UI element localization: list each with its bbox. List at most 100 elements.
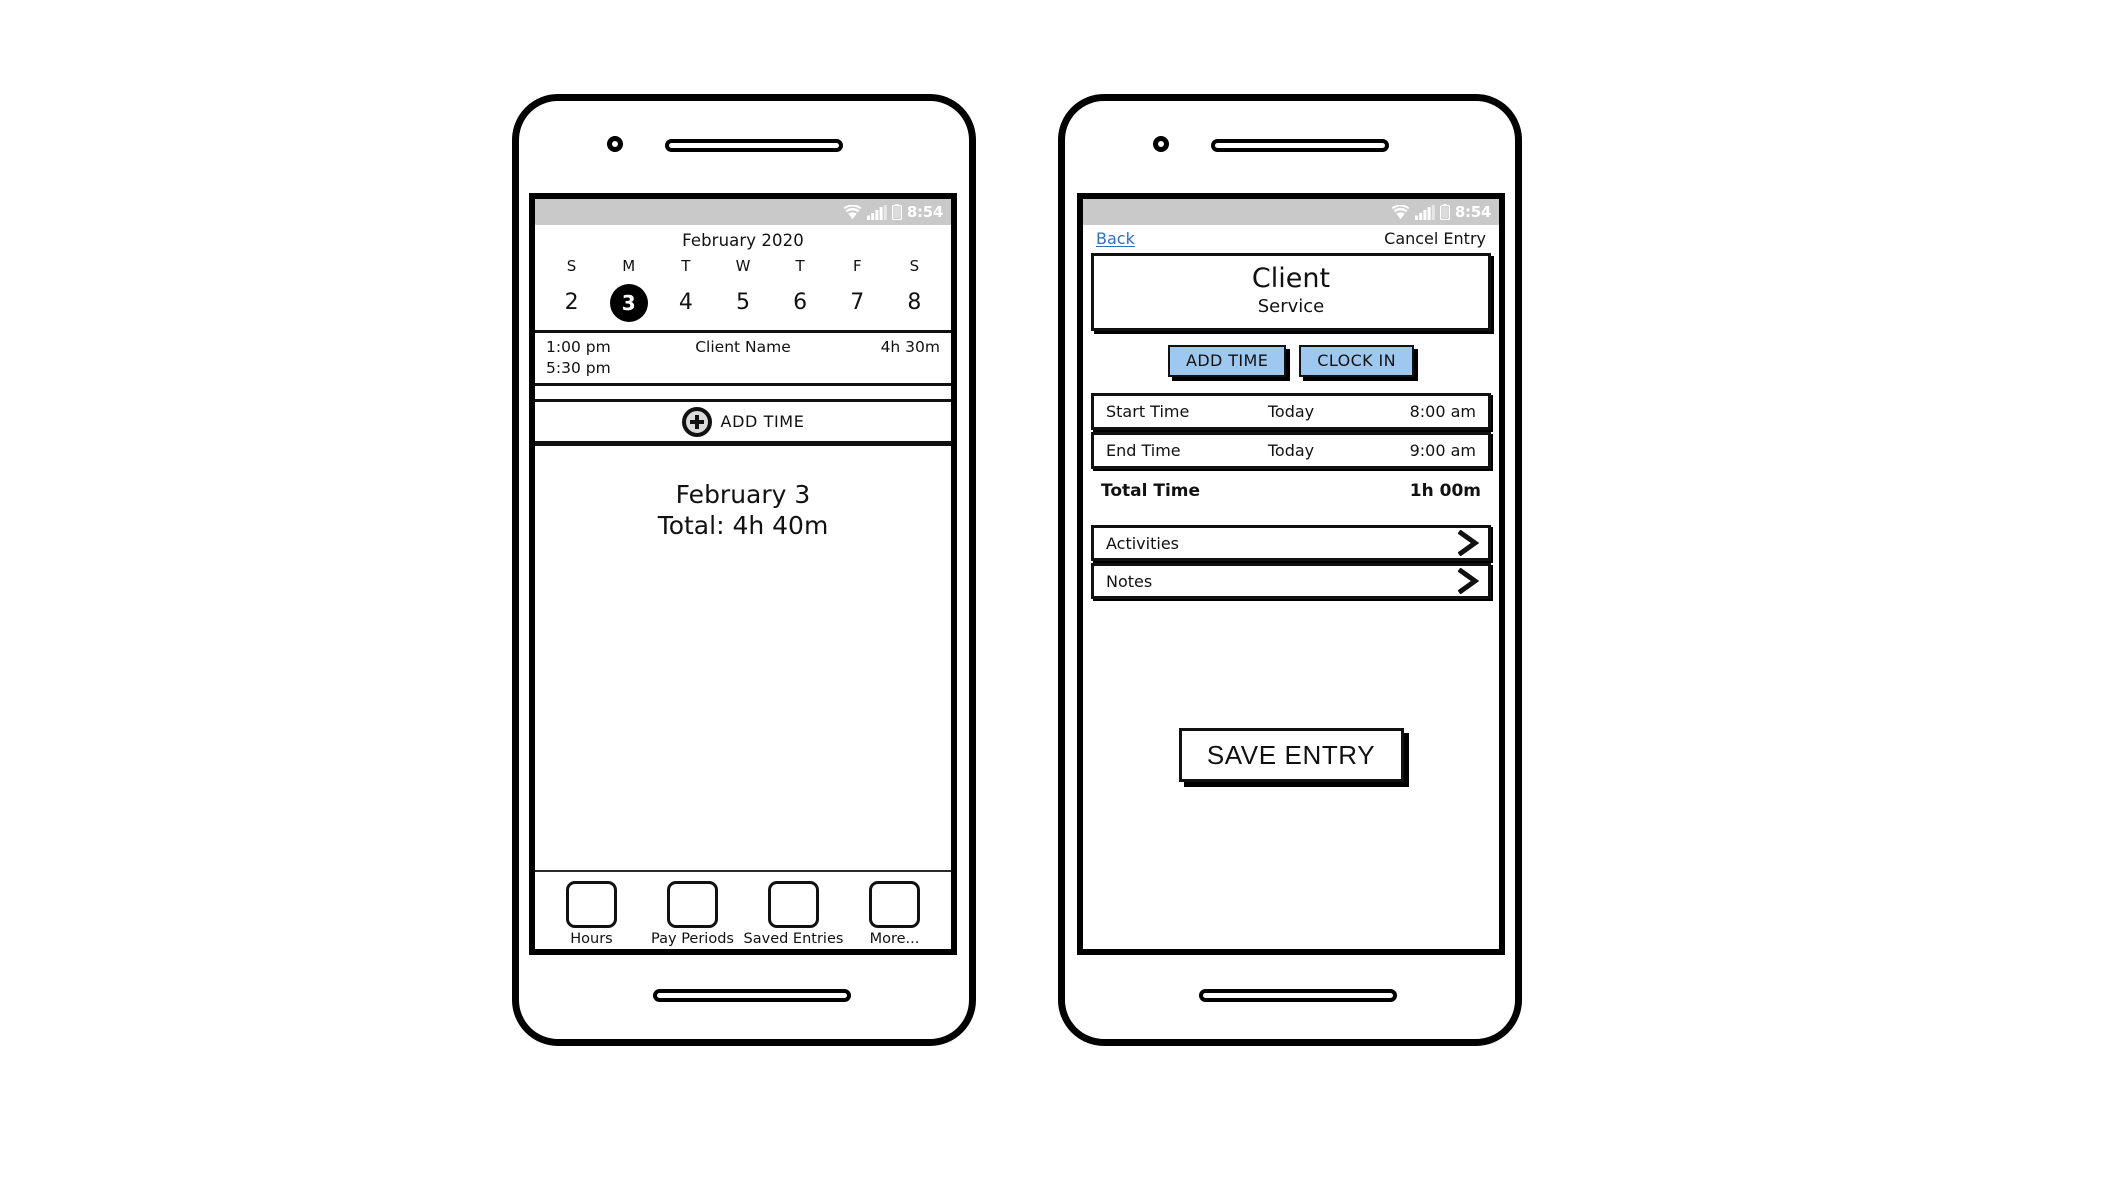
hours-screen-body: February 2020 S M T W T F S 2 3 4 5 6 7 …: [535, 225, 951, 949]
calendar-date-cell[interactable]: 3: [600, 284, 657, 322]
plus-circle-icon: [681, 406, 712, 437]
saved-entries-tab-icon: [768, 881, 819, 928]
start-time-value: 8:00 am: [1409, 402, 1476, 422]
add-time-label: ADD TIME: [720, 412, 805, 431]
back-link[interactable]: Back: [1096, 229, 1135, 248]
calendar-dow-2: T: [681, 257, 691, 275]
status-bar-clock: 8:54: [906, 202, 943, 221]
status-bar: 8:54: [535, 199, 951, 225]
status-bar: 8:54: [1083, 199, 1499, 225]
cellular-signal-icon: [866, 204, 887, 220]
time-entry-row[interactable]: 1:00 pm Client Name 4h 30m 5:30 pm: [535, 330, 951, 386]
tab-label-hours: Hours: [570, 931, 613, 947]
calendar-date-4[interactable]: 6: [781, 284, 819, 322]
calendar-date-selected[interactable]: 3: [609, 284, 648, 322]
tab-saved-entries[interactable]: Saved Entries: [743, 881, 844, 947]
notes-label: Notes: [1106, 571, 1153, 591]
calendar-date-cell[interactable]: 7: [829, 284, 886, 322]
nav-bar: Back Cancel Entry: [1083, 225, 1499, 253]
calendar-date-6[interactable]: 8: [895, 284, 933, 322]
calendar-week-strip: February 2020 S M T W T F S 2 3 4 5 6 7 …: [535, 225, 951, 330]
entry-list-spacer: [535, 386, 951, 399]
calendar-dow-4: T: [795, 257, 805, 275]
start-time-day: Today: [1267, 402, 1315, 422]
calendar-date-cell[interactable]: 5: [714, 284, 771, 322]
time-entry-line: 1:00 pm Client Name 4h 30m: [546, 338, 940, 356]
battery-icon: [1439, 204, 1450, 220]
bottom-speaker: [653, 989, 851, 1002]
calendar-date-cell[interactable]: 8: [886, 284, 943, 322]
summary-date: February 3: [675, 480, 811, 509]
pay-periods-tab-icon: [667, 881, 718, 928]
total-time-value: 1h 00m: [1409, 481, 1481, 502]
chevron-right-icon: [1458, 530, 1480, 557]
calendar-dow-5: F: [852, 257, 862, 275]
calendar-grid: S M T W T F S 2 3 4 5 6 7 8: [535, 259, 951, 322]
tab-more[interactable]: More...: [844, 881, 945, 947]
battery-icon: [891, 204, 902, 220]
cellular-signal-icon: [1414, 204, 1435, 220]
screen-hours: 8:54 February 2020 S M T W T F S 2 3 4 5…: [529, 193, 957, 955]
status-bar-clock: 8:54: [1454, 202, 1491, 221]
add-time-button[interactable]: ADD TIME: [535, 399, 951, 446]
calendar-date-cell[interactable]: 2: [543, 284, 600, 322]
tab-label-saved-entries: Saved Entries: [743, 931, 844, 947]
calendar-month-label: February 2020: [682, 231, 804, 250]
client-name: Client: [1251, 263, 1331, 294]
wifi-icon: [843, 204, 862, 219]
end-time-row[interactable]: End Time Today 9:00 am: [1091, 432, 1491, 470]
start-time-row[interactable]: Start Time Today 8:00 am: [1091, 393, 1491, 431]
notes-row[interactable]: Notes: [1091, 563, 1491, 600]
camera-icon: [1153, 136, 1169, 152]
calendar-dow-6: S: [909, 257, 920, 275]
phone-mockup-hours: 8:54 February 2020 S M T W T F S 2 3 4 5…: [512, 94, 976, 1046]
earpiece-speaker: [1211, 139, 1389, 152]
summary-total: Total: 4h 40m: [657, 510, 829, 540]
add-time-button[interactable]: ADD TIME: [1167, 345, 1287, 378]
entry-start-time: 1:00 pm: [546, 338, 611, 356]
chevron-right-icon: [1458, 568, 1480, 595]
entry-end-time: 5:30 pm: [546, 359, 611, 377]
calendar-date-cell[interactable]: 6: [772, 284, 829, 322]
calendar-date-0[interactable]: 2: [553, 284, 591, 322]
start-time-label: Start Time: [1106, 402, 1190, 422]
calendar-dow-1: M: [622, 257, 636, 275]
calendar-date-3[interactable]: 5: [724, 284, 762, 322]
tab-pay-periods[interactable]: Pay Periods: [642, 881, 743, 947]
calendar-dow-3: W: [735, 257, 751, 275]
more-tab-icon: [869, 881, 920, 928]
entry-screen-body: Back Cancel Entry Client Service ADD TIM…: [1083, 225, 1499, 949]
hours-tab-icon: [566, 881, 617, 928]
entry-action-buttons: ADD TIME CLOCK IN: [1083, 331, 1499, 393]
day-summary: February 3 Total: 4h 40m: [535, 446, 951, 870]
client-service-card[interactable]: Client Service: [1091, 253, 1491, 332]
detail-links: Activities Notes: [1091, 525, 1491, 600]
tab-hours[interactable]: Hours: [541, 881, 642, 947]
entry-client-name: Client Name: [695, 338, 791, 356]
end-time-value: 9:00 am: [1409, 441, 1476, 461]
calendar-dow-0: S: [566, 257, 577, 275]
bottom-tab-bar: Hours Pay Periods Saved Entries More...: [535, 870, 951, 949]
end-time-label: End Time: [1106, 441, 1181, 461]
entry-duration: 4h 30m: [880, 338, 940, 356]
save-entry-area: SAVE ENTRY: [1083, 599, 1499, 949]
time-fields: Start Time Today 8:00 am End Time Today …: [1091, 393, 1491, 470]
clock-in-button[interactable]: CLOCK IN: [1299, 345, 1415, 378]
cancel-entry-button[interactable]: Cancel Entry: [1384, 229, 1486, 248]
camera-icon: [607, 136, 623, 152]
calendar-date-5[interactable]: 7: [838, 284, 876, 322]
wifi-icon: [1391, 204, 1410, 219]
calendar-date-cell[interactable]: 4: [657, 284, 714, 322]
tab-label-pay-periods: Pay Periods: [651, 931, 734, 947]
total-time-label: Total Time: [1101, 481, 1201, 502]
phone-mockup-entry: 8:54 Back Cancel Entry Client Service AD…: [1058, 94, 1522, 1046]
bottom-speaker: [1199, 989, 1397, 1002]
calendar-date-2[interactable]: 4: [667, 284, 705, 322]
activities-row[interactable]: Activities: [1091, 525, 1491, 562]
end-time-day: Today: [1267, 441, 1315, 461]
screen-entry-detail: 8:54 Back Cancel Entry Client Service AD…: [1077, 193, 1505, 955]
save-entry-label: SAVE ENTRY: [1206, 739, 1376, 770]
tab-label-more: More...: [869, 931, 920, 947]
save-entry-button[interactable]: SAVE ENTRY: [1178, 728, 1404, 783]
total-time-row: Total Time 1h 00m: [1091, 477, 1491, 501]
